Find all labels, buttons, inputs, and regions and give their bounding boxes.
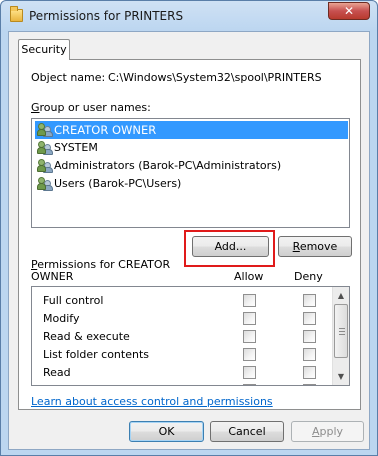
list-item-label: CREATOR OWNER [54, 123, 157, 137]
object-name-label: Object name: [31, 71, 106, 84]
user-group-icon [37, 141, 53, 155]
remove-button[interactable]: Remove [278, 236, 352, 257]
apply-button[interactable]: Apply [291, 421, 364, 442]
permission-name: List folder contents [43, 348, 149, 361]
allow-column-header: Allow [234, 270, 264, 283]
permission-row-full-control: Full control [32, 292, 332, 310]
user-group-icon [37, 177, 53, 191]
tab-security[interactable]: Security [18, 39, 70, 60]
security-tab-panel: Object name: C:\Windows\System32\spool\P… [18, 59, 361, 410]
deny-checkbox[interactable] [303, 348, 316, 361]
allow-checkbox[interactable] [243, 366, 256, 379]
scroll-down-icon[interactable]: ▼ [333, 368, 349, 385]
close-icon: ✕ [343, 4, 355, 18]
deny-checkbox[interactable] [303, 384, 316, 385]
permission-row-list-folder-contents: List folder contents [32, 346, 332, 364]
deny-checkbox[interactable] [303, 330, 316, 343]
group-user-list[interactable]: CREATOR OWNER SYSTEM Administrators (Bar… [31, 118, 350, 228]
permission-row-read-execute: Read & execute [32, 328, 332, 346]
list-item-system[interactable]: SYSTEM [35, 139, 348, 157]
list-item-label: SYSTEM [54, 141, 98, 154]
title-bar[interactable]: Permissions for PRINTERS ✕ [1, 1, 377, 31]
allow-checkbox[interactable] [243, 294, 256, 307]
list-item-users[interactable]: Users (Barok-PC\Users) [35, 175, 348, 193]
permission-name: Full control [43, 294, 104, 307]
add-button[interactable]: Add... [192, 236, 269, 257]
user-group-icon [37, 123, 53, 137]
list-item-administrators[interactable]: Administrators (Barok-PC\Administrators) [35, 157, 348, 175]
permission-name: Read [43, 366, 71, 379]
cancel-button[interactable]: Cancel [210, 421, 284, 442]
user-group-icon [37, 159, 53, 173]
deny-checkbox[interactable] [303, 366, 316, 379]
permission-name: Modify [43, 312, 80, 325]
deny-column-header: Deny [294, 270, 323, 283]
permission-name: Read & execute [43, 330, 130, 343]
list-item-creator-owner[interactable]: CREATOR OWNER [35, 121, 348, 139]
allow-checkbox[interactable] [243, 384, 256, 385]
close-button[interactable]: ✕ [328, 2, 370, 20]
group-list-label: Group or user names: [31, 101, 151, 114]
allow-checkbox[interactable] [243, 312, 256, 325]
list-item-label: Administrators (Barok-PC\Administrators) [54, 159, 282, 172]
allow-checkbox[interactable] [243, 348, 256, 361]
window-title: Permissions for PRINTERS [29, 9, 184, 23]
deny-checkbox[interactable] [303, 312, 316, 325]
permission-row-partial [32, 382, 332, 385]
scroll-up-icon[interactable]: ▲ [333, 287, 349, 304]
permissions-scrollbar[interactable]: ▲ ▼ [332, 287, 349, 385]
allow-checkbox[interactable] [243, 330, 256, 343]
ok-button[interactable]: OK [129, 421, 204, 442]
deny-checkbox[interactable] [303, 294, 316, 307]
permissions-label-line2: OWNER [31, 270, 74, 283]
permission-row-read: Read [32, 364, 332, 382]
access-control-help-link[interactable]: Learn about access control and permissio… [31, 395, 273, 408]
dialog-client-area: Security Object name: C:\Windows\System3… [8, 31, 370, 450]
scroll-thumb[interactable] [334, 304, 348, 358]
permissions-list[interactable]: Full control Modify Read & execute List … [31, 286, 350, 386]
permission-row-modify: Modify [32, 310, 332, 328]
permissions-dialog: Permissions for PRINTERS ✕ Security Obje… [0, 0, 378, 456]
folder-icon [10, 6, 23, 22]
list-item-label: Users (Barok-PC\Users) [54, 177, 182, 190]
object-name-value: C:\Windows\System32\spool\PRINTERS [108, 71, 322, 84]
